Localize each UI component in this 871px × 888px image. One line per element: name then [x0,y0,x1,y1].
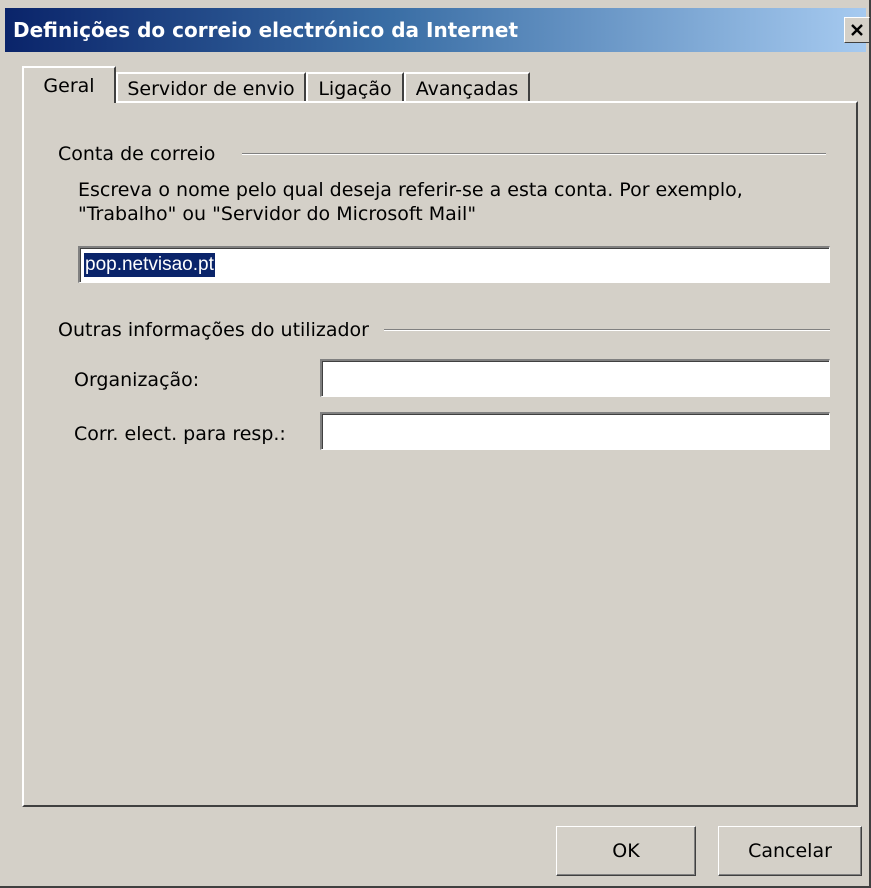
cancel-button[interactable]: Cancelar [718,826,862,876]
account-description-line1: Escreva o nome pelo qual deseja referir-… [78,179,743,201]
organization-field[interactable] [320,359,830,397]
tab-label: Avançadas [415,77,519,100]
user-info-section-heading: Outras informações do utilizador [58,319,369,341]
account-section-heading: Conta de correio [58,143,216,165]
tab-geral[interactable]: Geral [22,66,116,103]
close-button[interactable] [844,17,870,43]
reply-email-field[interactable] [320,412,830,450]
tab-avancadas[interactable]: Avançadas [404,72,530,103]
cancel-button-label: Cancelar [748,840,832,862]
close-icon [851,24,863,36]
account-name-value: pop.netvisao.pt [84,253,215,277]
account-section-divider [242,153,826,155]
window-title: Definições do correio electrónico da Int… [13,18,519,42]
account-name-input[interactable]: pop.netvisao.pt [78,246,830,283]
tab-ligacao[interactable]: Ligação [306,72,404,103]
tab-label: Servidor de envio [127,77,295,100]
ok-button[interactable]: OK [556,826,696,876]
ok-button-label: OK [612,840,640,862]
reply-email-label: Corr. elect. para resp.: [74,423,286,445]
user-info-section-divider [384,329,830,331]
dialog-window: Definições do correio electrónico da Int… [0,0,871,888]
organization-label: Organização: [74,369,200,391]
title-bar[interactable]: Definições do correio electrónico da Int… [5,8,870,52]
tab-label: Geral [43,74,95,97]
tab-servidor-de-envio[interactable]: Servidor de envio [116,72,306,103]
account-description-line2: "Trabalho" ou "Servidor do Microsoft Mai… [78,203,477,225]
tab-panel-geral: Conta de correio Escreva o nome pelo qua… [22,101,858,807]
tab-label: Ligação [318,77,392,100]
